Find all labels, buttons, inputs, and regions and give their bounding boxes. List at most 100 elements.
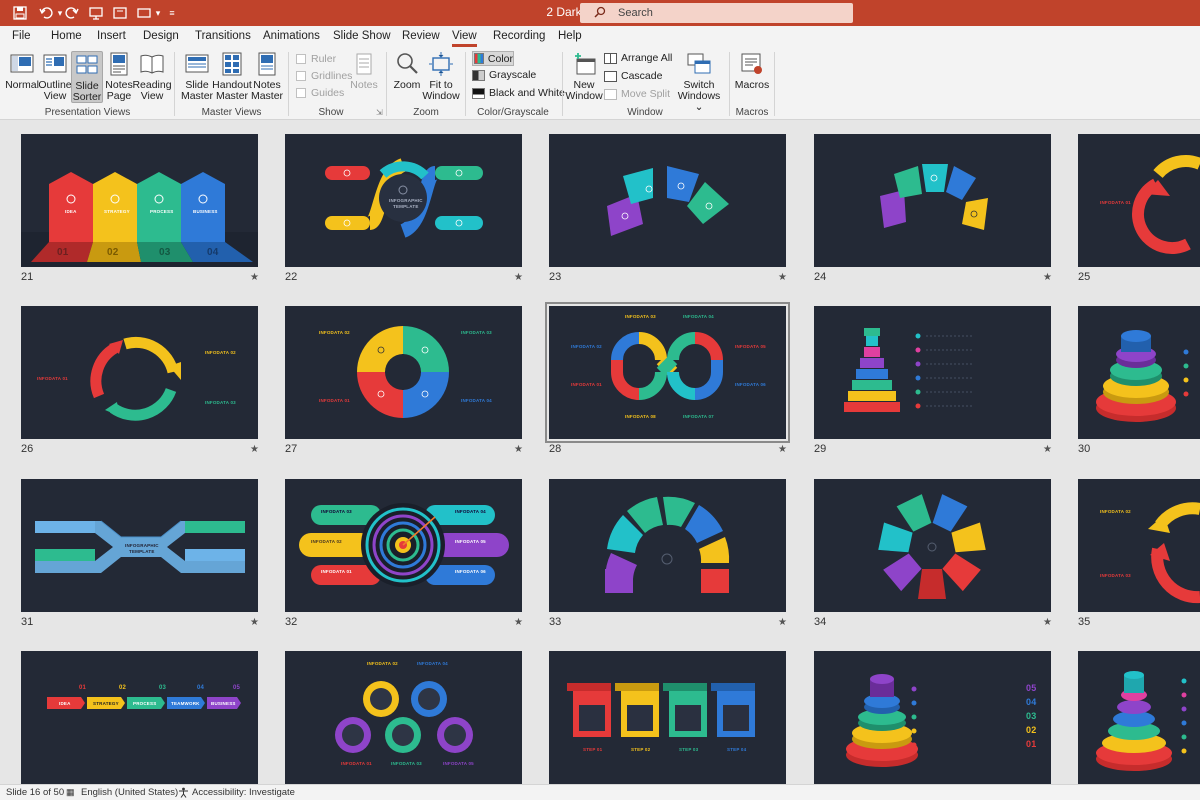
tab-slide-show[interactable]: Slide Show bbox=[333, 30, 391, 42]
grayscale-swatch-icon bbox=[472, 69, 485, 81]
cascade-button[interactable]: Cascade bbox=[604, 70, 662, 82]
switch-windows-icon bbox=[686, 51, 712, 77]
slide-thumbnail-37[interactable]: INFODATA 02 INFODATA 04 INFODATA 01 INFO… bbox=[285, 651, 522, 784]
new-window-button[interactable]: New Window bbox=[565, 51, 603, 103]
slide-number-label: 02 bbox=[107, 247, 119, 258]
guides-checkbox[interactable]: Guides bbox=[296, 87, 344, 99]
tab-view[interactable]: View bbox=[452, 30, 477, 47]
slide-label: INFODATA 04 bbox=[683, 314, 714, 319]
tab-design[interactable]: Design bbox=[143, 30, 179, 42]
slide-thumbnail-33[interactable] bbox=[549, 479, 786, 612]
slide-label: INFODATA 05 bbox=[443, 761, 474, 766]
save-icon[interactable] bbox=[10, 3, 30, 23]
slide-label: TEAMWORK bbox=[171, 701, 200, 706]
tab-transitions[interactable]: Transitions bbox=[195, 30, 251, 42]
ribbon-separator bbox=[562, 52, 563, 116]
search-label: Search bbox=[618, 7, 653, 19]
slide-thumbnail-35[interactable]: INFODATA 02 INFODATA 03 bbox=[1078, 479, 1200, 612]
slide-number: 32 bbox=[285, 616, 298, 628]
slide-thumbnail-40[interactable] bbox=[1078, 651, 1200, 784]
slide-thumbnail-36[interactable]: IDEA STRATEGY PROCESS TEAMWORK BUSINESS … bbox=[21, 651, 258, 784]
slide-number-label: 03 bbox=[159, 685, 167, 691]
slide-sorter-area[interactable]: IDEA STRATEGY PROCESS BUSINESS 01 02 03 … bbox=[0, 120, 1200, 784]
spelling-icon[interactable]: ▦ bbox=[66, 787, 75, 798]
guides-checkbox-box bbox=[296, 88, 306, 98]
reading-view-button[interactable]: Reading View bbox=[132, 51, 172, 103]
slide-label: IDEA bbox=[65, 209, 77, 214]
normal-view-button[interactable]: Normal bbox=[5, 51, 39, 103]
slide-thumbnail-34[interactable] bbox=[814, 479, 1051, 612]
transition-star-icon: ★ bbox=[250, 272, 259, 283]
slide-number: 35 bbox=[1078, 616, 1091, 628]
slide-number: 21 bbox=[21, 271, 34, 283]
slide-label: IDEA bbox=[59, 701, 71, 706]
slide-label: INFODATA 01 bbox=[571, 382, 602, 387]
slide-thumbnail-38[interactable]: STEP 01 STEP 02 STEP 03 STEP 04 bbox=[549, 651, 786, 784]
tab-home[interactable]: Home bbox=[51, 30, 82, 42]
redo-icon[interactable] bbox=[62, 3, 82, 23]
tab-recording[interactable]: Recording bbox=[493, 30, 545, 42]
slide-master-button[interactable]: Slide Master bbox=[180, 51, 214, 103]
slide-thumbnail-39[interactable]: 05 04 03 02 01 bbox=[814, 651, 1051, 784]
slide-thumbnail-24[interactable] bbox=[814, 134, 1051, 267]
language-indicator[interactable]: English (United States) bbox=[81, 787, 178, 798]
slide-thumbnail-27[interactable]: INFODATA 02 INFODATA 03 INFODATA 01 INFO… bbox=[285, 306, 522, 439]
arrange-all-button[interactable]: Arrange All bbox=[604, 52, 672, 64]
tab-help[interactable]: Help bbox=[558, 30, 582, 42]
title-bar: ▾ ▾ ≡ 2 Dark - PowerPoint Search bbox=[0, 0, 1200, 26]
outline-view-button[interactable]: Outline View bbox=[38, 51, 72, 103]
tab-insert[interactable]: Insert bbox=[97, 30, 126, 42]
slide-thumbnail-23[interactable] bbox=[549, 134, 786, 267]
slide-sorter-icon bbox=[74, 52, 100, 78]
slide-thumbnail-28[interactable]: INFODATA 03 INFODATA 04 INFODATA 02 INFO… bbox=[545, 302, 790, 443]
slide-label: INFODATA 01 bbox=[319, 398, 350, 403]
notes-master-button[interactable]: Notes Master bbox=[251, 51, 283, 103]
notes-button[interactable]: Notes bbox=[350, 51, 378, 103]
ruler-checkbox[interactable]: Ruler bbox=[296, 53, 336, 65]
fit-to-window-button[interactable]: Fit to Window bbox=[422, 51, 460, 103]
slide-thumbnail-25[interactable]: INFODATA 01 bbox=[1078, 134, 1200, 267]
gridlines-checkbox[interactable]: Gridlines bbox=[296, 70, 352, 82]
search-box[interactable]: Search bbox=[580, 3, 853, 23]
slide-number: 23 bbox=[549, 271, 562, 283]
transition-star-icon: ★ bbox=[778, 617, 787, 628]
slide-thumbnail-26[interactable]: INFODATA 01 INFODATA 02 INFODATA 03 bbox=[21, 306, 258, 439]
slide-label: PROCESS bbox=[150, 209, 174, 214]
slide-thumbnail-21[interactable]: IDEA STRATEGY PROCESS BUSINESS 01 02 03 … bbox=[21, 134, 258, 267]
move-split-icon bbox=[604, 88, 617, 100]
slide-label: INFODATA 01 bbox=[321, 569, 352, 574]
switch-windows-button[interactable]: Switch Windows ⌄ bbox=[676, 51, 722, 113]
zoom-group-label: Zoom bbox=[413, 107, 439, 118]
tab-file[interactable]: File bbox=[12, 30, 31, 42]
grayscale-button[interactable]: Grayscale bbox=[472, 69, 536, 81]
ribbon-separator bbox=[774, 52, 775, 116]
slide-number-label: 04 bbox=[1026, 697, 1037, 707]
slide-thumbnail-30[interactable] bbox=[1078, 306, 1200, 439]
color-button[interactable]: Color bbox=[472, 51, 514, 66]
slide-thumbnail-29[interactable] bbox=[814, 306, 1051, 439]
zoom-icon bbox=[394, 51, 420, 77]
slide-thumbnail-31[interactable]: INFOGRAPHIC TEMPLATE bbox=[21, 479, 258, 612]
accessibility-icon[interactable] bbox=[178, 787, 189, 800]
transition-star-icon: ★ bbox=[1043, 617, 1052, 628]
reading-view-icon bbox=[139, 51, 165, 77]
slide-number-label: 04 bbox=[197, 685, 205, 691]
slide-thumbnail-22[interactable]: INFOGRAPHIC TEMPLATE bbox=[285, 134, 522, 267]
move-split-button[interactable]: Move Split bbox=[604, 88, 670, 100]
customize-toolbar-icon[interactable]: ≡ bbox=[162, 3, 182, 23]
present-from-beginning-icon[interactable] bbox=[86, 3, 106, 23]
slide-sorter-button[interactable]: Slide Sorter bbox=[71, 51, 103, 103]
dialog-launcher-icon[interactable]: ⇲ bbox=[376, 108, 383, 117]
tab-review[interactable]: Review bbox=[402, 30, 440, 42]
slide-thumbnail-32[interactable]: INFODATA 03 INFODATA 02 INFODATA 01 INFO… bbox=[285, 479, 522, 612]
tab-animations[interactable]: Animations bbox=[263, 30, 320, 42]
slide-label: STEP 02 bbox=[631, 747, 651, 752]
start-inking-icon[interactable] bbox=[110, 3, 130, 23]
handout-master-button[interactable]: Handout Master bbox=[212, 51, 252, 103]
accessibility-status[interactable]: Accessibility: Investigate bbox=[192, 787, 295, 798]
notes-page-button[interactable]: Notes Page bbox=[104, 51, 134, 103]
ribbon: Normal Outline View Slide Sorter Notes P… bbox=[0, 48, 1200, 120]
zoom-button[interactable]: Zoom bbox=[392, 51, 422, 103]
black-and-white-button[interactable]: Black and White bbox=[472, 87, 565, 99]
macros-button[interactable]: Macros bbox=[734, 51, 770, 103]
